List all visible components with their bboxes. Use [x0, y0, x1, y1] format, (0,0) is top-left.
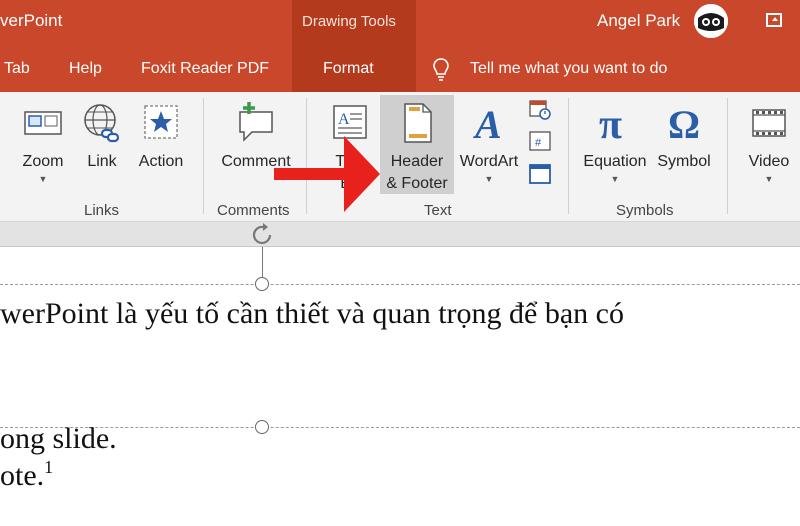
- action-button[interactable]: Action: [134, 100, 188, 173]
- link-icon: [84, 104, 120, 143]
- placeholder-border-bottom: [0, 427, 800, 428]
- svg-text:#: #: [535, 137, 542, 149]
- date-time-icon[interactable]: [528, 98, 552, 122]
- header-footer-label-line1: Header: [390, 153, 444, 170]
- group-separator: [727, 98, 728, 214]
- svg-text:A: A: [472, 102, 502, 146]
- contextual-group-label: Drawing Tools: [302, 13, 396, 30]
- wordart-dropdown-chevron-icon[interactable]: ▼: [456, 173, 522, 185]
- avatar[interactable]: [694, 4, 728, 38]
- zoom-icon: [24, 111, 62, 135]
- svg-text:A: A: [338, 111, 350, 128]
- equation-dropdown-chevron-icon[interactable]: ▼: [578, 173, 652, 185]
- link-label: Link: [87, 153, 117, 170]
- header-footer-icon: [404, 103, 432, 143]
- zoom-label: Zoom: [22, 153, 64, 170]
- symbol-button[interactable]: Ω Symbol: [654, 100, 714, 173]
- wordart-button[interactable]: A WordArt ▼: [456, 100, 522, 185]
- wordart-label: WordArt: [459, 153, 519, 170]
- resize-handle-bottom[interactable]: [255, 420, 269, 434]
- header-footer-label-line2: & Footer: [386, 175, 448, 192]
- group-label-symbols: Symbols: [616, 202, 674, 219]
- video-label: Video: [748, 153, 790, 170]
- symbol-label: Symbol: [657, 153, 711, 170]
- video-dropdown-chevron-icon[interactable]: ▼: [742, 173, 796, 185]
- zoom-dropdown-chevron-icon[interactable]: ▼: [16, 173, 70, 185]
- svg-text:π: π: [599, 102, 622, 146]
- red-arrow-annotation: [274, 136, 380, 212]
- resize-handle-top[interactable]: [255, 277, 269, 291]
- tab-help[interactable]: Help: [69, 60, 102, 78]
- action-label: Action: [138, 153, 184, 170]
- footnote-reference: 1: [44, 457, 54, 477]
- equation-label: Equation: [583, 153, 647, 170]
- group-separator: [568, 98, 569, 214]
- group-label-text: Text: [424, 202, 452, 219]
- equation-button[interactable]: π Equation ▼: [578, 100, 652, 185]
- tab-foxit-reader-pdf[interactable]: Foxit Reader PDF: [141, 60, 269, 78]
- ribbon-display-options-icon[interactable]: [766, 13, 782, 27]
- tab-format[interactable]: Format: [323, 60, 374, 78]
- link-button[interactable]: Link: [78, 100, 126, 173]
- slide-number-icon[interactable]: #: [528, 130, 552, 154]
- object-icon[interactable]: [528, 162, 552, 186]
- header-footer-button[interactable]: Header & Footer: [380, 95, 454, 194]
- action-star-icon: [144, 105, 178, 139]
- omega-icon: Ω: [668, 102, 700, 147]
- group-label-links: Links: [84, 202, 120, 219]
- placeholder-border-top: [0, 284, 800, 285]
- pi-icon: π: [599, 102, 622, 148]
- zoom-button[interactable]: Zoom ▼: [16, 100, 70, 185]
- slide-top-strip: [0, 222, 800, 247]
- rotate-handle-icon[interactable]: [250, 222, 276, 248]
- slide-canvas[interactable]: werPoint là yếu tố cần thiết và quan trọ…: [0, 247, 800, 526]
- rotate-connector: [262, 247, 263, 277]
- film-icon: [752, 109, 786, 137]
- body-text-segment: ote.: [0, 459, 45, 492]
- svg-text:Ω: Ω: [668, 102, 700, 146]
- tell-me-search[interactable]: Tell me what you want to do: [470, 60, 667, 78]
- group-separator: [203, 98, 204, 214]
- tab-tab[interactable]: Tab: [4, 60, 30, 78]
- body-text-line-with-footnote[interactable]: ote.1: [0, 457, 54, 493]
- ribbon: Zoom ▼ Link Action Comment A Header & Fo…: [0, 92, 800, 222]
- app-title: verPoint: [0, 11, 63, 30]
- user-name[interactable]: Angel Park: [597, 11, 680, 31]
- video-button[interactable]: Video ▼: [742, 100, 796, 185]
- wordart-icon: A: [472, 102, 502, 147]
- lightbulb-icon: [433, 58, 449, 81]
- body-text-line[interactable]: ong slide.: [0, 422, 117, 456]
- body-text-line[interactable]: werPoint là yếu tố cần thiết và quan trọ…: [0, 297, 624, 331]
